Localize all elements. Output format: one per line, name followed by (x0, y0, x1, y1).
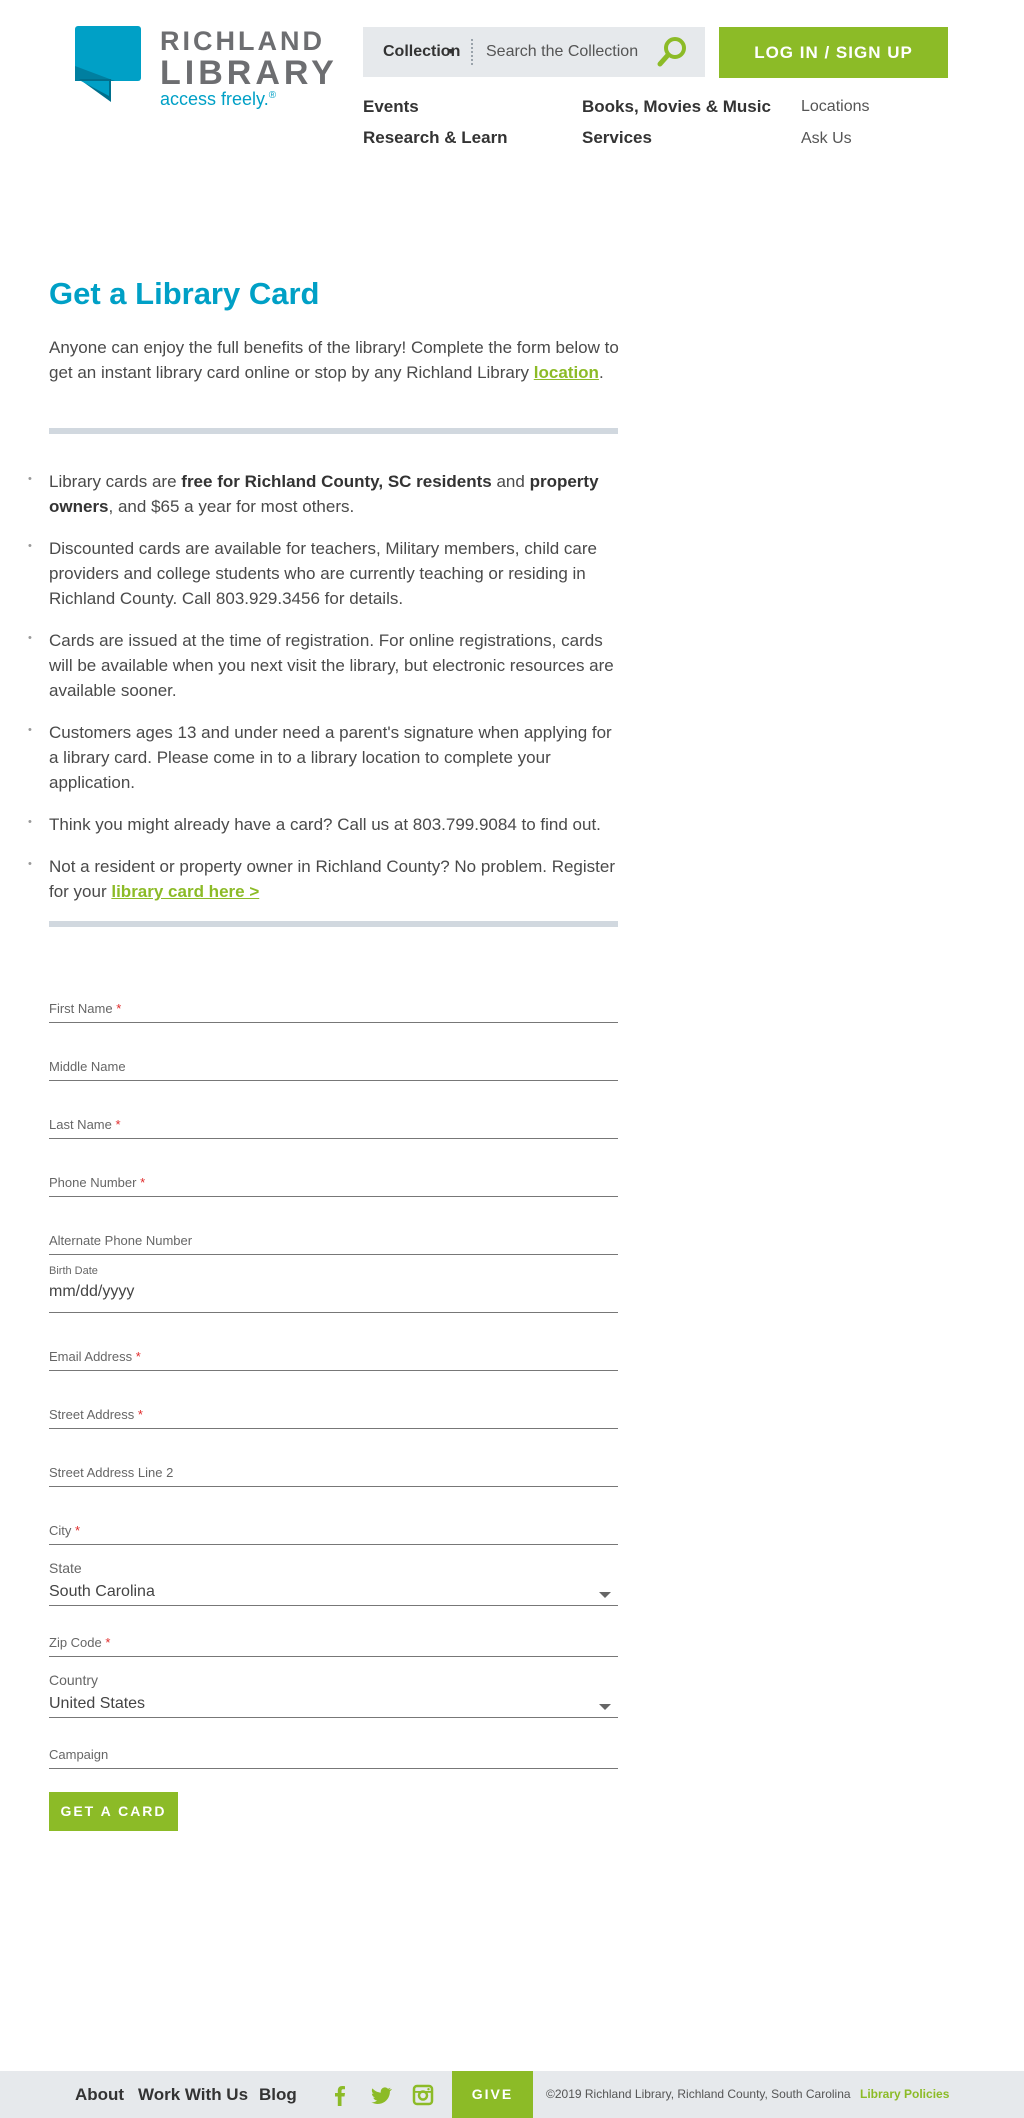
location-link[interactable]: location (534, 363, 599, 382)
intro-paragraph: Anyone can enjoy the full benefits of th… (49, 338, 619, 382)
nav-research-learn[interactable]: Research & Learn (363, 128, 508, 148)
copyright-text: ©2019 Richland Library, Richland County,… (546, 2087, 851, 2101)
first-name-field[interactable]: First Name * (49, 993, 618, 1023)
list-item: Think you might already have a card? Cal… (28, 810, 624, 837)
phone-number-field[interactable]: Phone Number * (49, 1167, 618, 1197)
search-divider (471, 39, 473, 65)
email-address-field[interactable]: Email Address * (49, 1341, 618, 1371)
alternate-phone-field[interactable]: Alternate Phone Number (49, 1225, 618, 1255)
site-header: RICHLAND LIBRARY access freely.® Collect… (0, 0, 1024, 170)
last-name-field[interactable]: Last Name * (49, 1109, 618, 1139)
nav-events[interactable]: Events (363, 97, 419, 117)
footer-link-work-with-us[interactable]: Work With Us (138, 2071, 248, 2118)
nav-books-movies-music[interactable]: Books, Movies & Music (582, 97, 771, 117)
library-card-here-link[interactable]: library card here > (111, 882, 259, 901)
info-list: Library cards are free for Richland Coun… (28, 467, 624, 921)
logo-text-line1: RICHLAND (160, 26, 325, 56)
list-item: Customers ages 13 and under need a paren… (28, 718, 624, 795)
list-item: Cards are issued at the time of registra… (28, 626, 624, 703)
search-bar: Collection (363, 27, 705, 77)
city-field[interactable]: City * (49, 1515, 618, 1545)
chevron-down-icon (599, 1592, 611, 1598)
instagram-icon[interactable] (412, 2084, 434, 2106)
twitter-icon[interactable] (370, 2084, 392, 2106)
divider-rule (49, 428, 618, 434)
state-select[interactable]: State South Carolina (49, 1560, 618, 1606)
zip-code-field[interactable]: Zip Code * (49, 1627, 618, 1657)
list-item: Library cards are free for Richland Coun… (28, 467, 624, 519)
campaign-field[interactable]: Campaign (49, 1739, 618, 1769)
facebook-icon[interactable] (329, 2084, 351, 2106)
logo-text-line2: LIBRARY (160, 54, 338, 92)
chevron-down-icon (599, 1704, 611, 1710)
give-button[interactable]: GIVE (452, 2071, 533, 2118)
site-footer: About Work With Us Blog GIVE ©2019 Richl… (0, 2071, 1024, 2118)
nav-locations[interactable]: Locations (801, 98, 870, 116)
footer-link-about[interactable]: About (75, 2071, 124, 2118)
birth-date-field[interactable]: Birth Date mm/dd/yyyy (49, 1265, 618, 1313)
country-select[interactable]: Country United States (49, 1672, 618, 1718)
logo-tagline: access freely.® (160, 89, 277, 109)
richland-library-logo[interactable]: RICHLAND LIBRARY access freely.® (75, 26, 335, 116)
page-title: Get a Library Card (49, 276, 320, 311)
list-item: Not a resident or property owner in Rich… (28, 852, 624, 904)
search-icon[interactable] (655, 35, 689, 69)
nav-ask-us[interactable]: Ask Us (801, 130, 852, 148)
chevron-down-icon (447, 49, 455, 54)
middle-name-field[interactable]: Middle Name (49, 1051, 618, 1081)
nav-services[interactable]: Services (582, 128, 652, 148)
logo-mark-icon (75, 26, 141, 102)
login-signup-button[interactable]: LOG IN / SIGN UP (719, 27, 948, 78)
search-input[interactable] (486, 39, 651, 65)
street-address-field[interactable]: Street Address * (49, 1399, 618, 1429)
get-a-card-button[interactable]: GET A CARD (49, 1792, 178, 1831)
divider-rule (49, 921, 618, 927)
library-policies-link[interactable]: Library Policies (860, 2071, 949, 2118)
street-address-line2-field[interactable]: Street Address Line 2 (49, 1457, 618, 1487)
footer-link-blog[interactable]: Blog (259, 2071, 297, 2118)
list-item: Discounted cards are available for teach… (28, 534, 624, 611)
